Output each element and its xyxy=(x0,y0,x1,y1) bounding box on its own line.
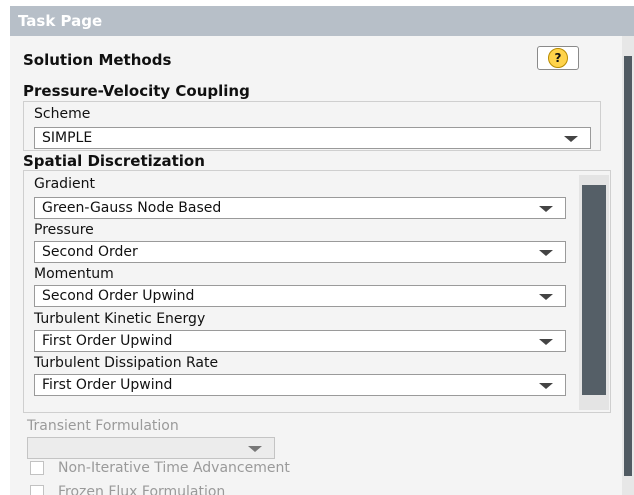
momentum-label: Momentum xyxy=(34,266,114,282)
gradient-value: Green-Gauss Node Based xyxy=(42,200,222,216)
non-iterative-time-advancement-checkbox[interactable] xyxy=(30,461,44,475)
pressure-value: Second Order xyxy=(42,244,138,260)
scheme-value: SIMPLE xyxy=(42,130,93,146)
non-iterative-time-advancement-label: Non-Iterative Time Advancement xyxy=(58,460,290,476)
turbulent-kinetic-energy-dropdown[interactable]: First Order Upwind xyxy=(34,330,566,352)
pressure-velocity-heading: Pressure-Velocity Coupling xyxy=(23,82,250,100)
spatial-scrollbar[interactable] xyxy=(579,175,609,410)
section-title: Solution Methods xyxy=(23,51,172,69)
turbulent-dissipation-rate-value: First Order Upwind xyxy=(42,377,173,393)
spatial-discretization-group: Gradient Green-Gauss Node Based Pressure… xyxy=(23,170,611,413)
transient-formulation-dropdown[interactable] xyxy=(27,437,275,459)
panel-scrollbar[interactable] xyxy=(622,36,634,495)
chevron-down-icon xyxy=(248,446,262,452)
chevron-down-icon xyxy=(539,294,553,300)
pressure-velocity-group: Scheme SIMPLE xyxy=(23,101,601,151)
non-iterative-time-advancement-option[interactable]: Non-Iterative Time Advancement xyxy=(30,460,290,476)
pressure-dropdown[interactable]: Second Order xyxy=(34,241,566,263)
scheme-dropdown[interactable]: SIMPLE xyxy=(34,127,591,149)
panel-title: Task Page xyxy=(10,6,634,36)
frozen-flux-formulation-label: Frozen Flux Formulation xyxy=(58,484,226,495)
chevron-down-icon xyxy=(539,206,553,212)
transient-formulation-label: Transient Formulation xyxy=(27,418,179,434)
gradient-dropdown[interactable]: Green-Gauss Node Based xyxy=(34,197,566,219)
gradient-label: Gradient xyxy=(34,176,95,192)
turbulent-dissipation-rate-label: Turbulent Dissipation Rate xyxy=(34,355,219,371)
pressure-label: Pressure xyxy=(34,222,94,238)
chevron-down-icon xyxy=(564,136,578,142)
chevron-down-icon xyxy=(539,250,553,256)
turbulent-kinetic-energy-value: First Order Upwind xyxy=(42,333,173,349)
frozen-flux-formulation-checkbox[interactable] xyxy=(30,485,44,495)
chevron-down-icon xyxy=(539,383,553,389)
turbulent-dissipation-rate-dropdown[interactable]: First Order Upwind xyxy=(34,374,566,396)
momentum-value: Second Order Upwind xyxy=(42,288,195,304)
help-button[interactable]: ? xyxy=(537,46,579,70)
chevron-down-icon xyxy=(539,339,553,345)
task-page-panel: Task Page Solution Methods ? Pressure-Ve… xyxy=(10,6,634,495)
panel-scrollbar-thumb[interactable] xyxy=(624,56,632,476)
momentum-dropdown[interactable]: Second Order Upwind xyxy=(34,285,566,307)
frozen-flux-formulation-option[interactable]: Frozen Flux Formulation xyxy=(30,484,225,495)
turbulent-kinetic-energy-label: Turbulent Kinetic Energy xyxy=(34,311,206,327)
question-icon: ? xyxy=(548,48,568,68)
spatial-scrollbar-thumb[interactable] xyxy=(582,185,606,395)
scheme-label: Scheme xyxy=(34,106,91,122)
spatial-discretization-heading: Spatial Discretization xyxy=(23,152,205,170)
